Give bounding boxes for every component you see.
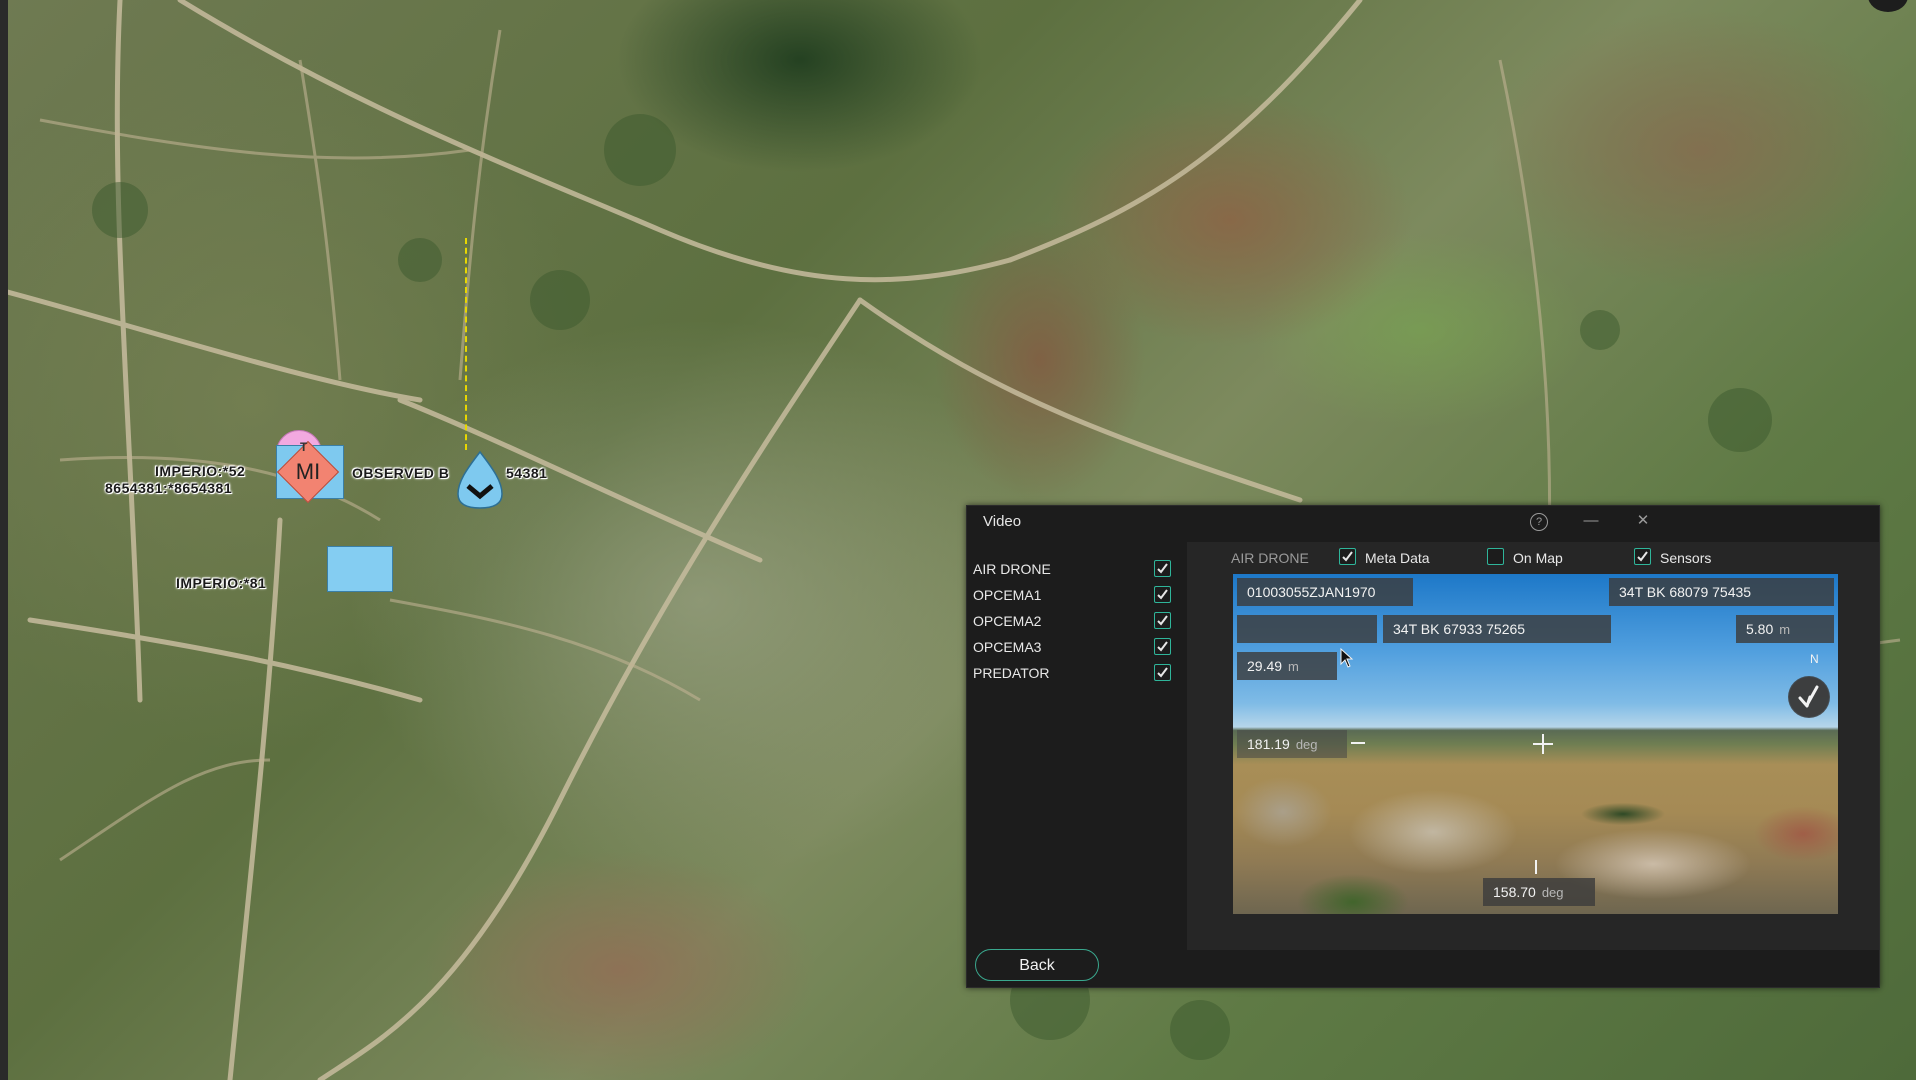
asset-name: PREDATOR [973, 665, 1050, 681]
asset-row-opcema3[interactable]: OPCEMA3 [967, 634, 1187, 660]
asset-name: AIR DRONE [973, 561, 1051, 577]
video-scene-trees [1563, 794, 1693, 834]
compass-arrow-icon [1788, 676, 1830, 718]
video-window-title: Video [983, 513, 1022, 530]
empty-overlay-field [1237, 615, 1377, 643]
unit-symbol-modifier: T [300, 440, 308, 454]
asset-checkbox[interactable] [1154, 638, 1171, 655]
video-window-titlebar[interactable]: Video ? — ✕ [967, 506, 1879, 536]
north-label: N [1810, 652, 1819, 666]
asset-name: OPCEMA2 [973, 613, 1042, 629]
asset-row-air-drone[interactable]: AIR DRONE [967, 556, 1187, 582]
marker-label-observed-id: 54381 [506, 465, 548, 481]
sensors-checkbox[interactable] [1634, 548, 1651, 565]
asset-name: OPCEMA1 [973, 587, 1042, 603]
heading-tick [1535, 860, 1537, 874]
left-edge-strip [0, 0, 8, 1080]
target-coordinate-overlay: 34T BK 68079 75435 [1609, 578, 1834, 606]
altitude-right-overlay: 5.80 m [1736, 615, 1834, 643]
mouse-cursor-icon [1340, 648, 1354, 668]
heading-left-overlay: 181.19 deg [1237, 730, 1347, 758]
checkmark-icon [1157, 667, 1168, 678]
heading-bottom-overlay: 158.70 deg [1483, 878, 1595, 906]
asset-name: OPCEMA3 [973, 639, 1042, 655]
close-icon[interactable]: ✕ [1632, 510, 1654, 532]
sensor-drone-symbol[interactable] [456, 450, 504, 510]
sensor-coordinate-overlay: 34T BK 67933 75265 [1383, 615, 1611, 643]
video-area: AIR DRONE Meta Data On Map Sensors 01003… [1187, 542, 1879, 950]
on-map-label: On Map [1513, 550, 1563, 566]
crosshair-icon [1533, 734, 1553, 754]
asset-row-opcema1[interactable]: OPCEMA1 [967, 582, 1187, 608]
selected-source-label: AIR DRONE [1231, 550, 1309, 566]
unit-symbol-imperio-81[interactable] [327, 546, 393, 592]
marker-label-observed: OBSERVED B [352, 465, 450, 481]
timestamp-overlay: 01003055ZJAN1970 [1237, 578, 1413, 606]
checkmark-icon [1157, 563, 1168, 574]
asset-row-opcema2[interactable]: OPCEMA2 [967, 608, 1187, 634]
asset-checkbox[interactable] [1154, 586, 1171, 603]
video-toolbar: AIR DRONE Meta Data On Map Sensors [1187, 542, 1879, 570]
checkmark-icon [1157, 615, 1168, 626]
pitch-marker [1351, 742, 1365, 744]
marker-label-imperio-81: IMPERIO:*81 [176, 575, 267, 591]
altitude-left-overlay: 29.49 m [1237, 652, 1337, 680]
checkmark-icon [1342, 551, 1353, 562]
meta-data-checkbox[interactable] [1339, 548, 1356, 565]
asset-checkbox[interactable] [1154, 560, 1171, 577]
unit-symbol-text: MI [295, 459, 321, 484]
meta-data-label: Meta Data [1365, 550, 1430, 566]
help-icon[interactable]: ? [1530, 513, 1548, 531]
sensors-label: Sensors [1660, 550, 1712, 566]
asset-checkbox[interactable] [1154, 612, 1171, 629]
asset-row-predator[interactable]: PREDATOR [967, 660, 1187, 686]
video-feed[interactable]: 01003055ZJAN1970 34T BK 68079 75435 34T … [1233, 574, 1838, 914]
back-button[interactable]: Back [975, 949, 1099, 981]
checkmark-icon [1157, 589, 1168, 600]
on-map-checkbox[interactable] [1487, 548, 1504, 565]
asset-list: AIR DRONE OPCEMA1 OPCEMA2 OPCEMA3 PREDAT… [967, 542, 1187, 950]
marker-label-imperio-52-id: 8654381:*8654381 [105, 480, 233, 496]
sensor-line-of-sight [465, 238, 467, 450]
checkmark-icon [1157, 641, 1168, 652]
checkmark-icon [1637, 551, 1648, 562]
video-window: Video ? — ✕ AIR DRONE OPCEMA1 OPCEMA2 OP… [966, 505, 1880, 988]
minimize-icon[interactable]: — [1580, 510, 1602, 532]
marker-label-imperio-52: IMPERIO:*52 [155, 463, 246, 479]
asset-checkbox[interactable] [1154, 664, 1171, 681]
